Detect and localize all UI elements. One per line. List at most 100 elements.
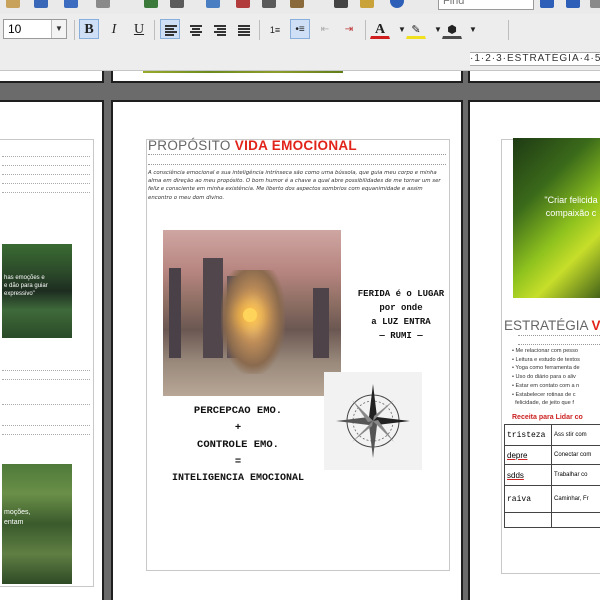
quote-line: FERIDA é o LUGAR xyxy=(357,289,445,299)
left-page-text xyxy=(2,150,90,193)
page-title: PROPÓSITO VIDA EMOCIONAL xyxy=(148,138,357,153)
bullet-list-button[interactable]: •≡ xyxy=(290,19,310,39)
skyline-building xyxy=(169,268,181,358)
table-icon[interactable] xyxy=(170,0,184,8)
page-title-part2: VIDA EMOCIONAL xyxy=(234,138,357,153)
justify-button[interactable] xyxy=(233,19,253,39)
table-row: tristeza Ass stir com xyxy=(504,424,600,446)
align-right-button[interactable] xyxy=(209,19,229,39)
redo-icon[interactable] xyxy=(96,0,110,8)
quote-line: — RUMI — xyxy=(379,331,423,341)
left-text-line xyxy=(2,404,90,405)
remedy-cell: Trabalhar co xyxy=(551,464,600,486)
background-color-dropdown-icon[interactable]: ▼ xyxy=(463,19,483,39)
left-text-line xyxy=(2,165,90,166)
emotion-cell: depre xyxy=(504,445,552,465)
decrease-indent-button[interactable]: ⇤ xyxy=(315,19,335,39)
toolbar-separator xyxy=(508,20,509,40)
numbered-list-button[interactable]: 1≡ xyxy=(265,19,285,39)
meditation-city-photo xyxy=(163,230,341,396)
hyperlink-icon[interactable] xyxy=(262,0,276,8)
document-workspace[interactable]: has emoções e e dão para guiar expressiv… xyxy=(0,71,600,600)
left-text-line xyxy=(2,192,90,193)
chart-icon[interactable] xyxy=(236,0,250,8)
find-next-icon[interactable] xyxy=(566,0,580,8)
align-left-button[interactable] xyxy=(160,19,180,39)
image-icon[interactable] xyxy=(206,0,220,8)
find-previous-icon[interactable] xyxy=(540,0,554,8)
align-center-button[interactable] xyxy=(185,19,205,39)
quote-line: por onde xyxy=(379,303,423,313)
font-color-button[interactable]: A xyxy=(370,19,390,39)
left-text-line xyxy=(2,156,90,157)
quote-line: a LUZ ENTRA xyxy=(371,317,431,327)
leaf-photo-quote: "Criar felicida compaixão c xyxy=(521,194,600,220)
page-right: "Criar felicida compaixão c ESTRATÉGIA V… xyxy=(468,100,600,600)
strategy-subline xyxy=(518,335,600,345)
skyline-building xyxy=(313,288,329,358)
chevron-down-icon[interactable]: ▼ xyxy=(51,20,66,38)
insert-field-icon[interactable] xyxy=(290,0,304,8)
table-row: sdds Trabalhar co xyxy=(504,464,600,486)
increase-indent-button[interactable]: ⇥ xyxy=(339,19,359,39)
glow-light xyxy=(243,308,257,322)
left-text-line xyxy=(2,183,90,184)
rumi-quote: FERIDA é o LUGAR por onde a LUZ ENTRA — … xyxy=(341,287,461,343)
table-row: raiva Caminhar, Fr xyxy=(504,485,600,513)
strategy-title: ESTRATÉGIA V xyxy=(504,318,600,333)
page-left: has emoções e e dão para guiar expressiv… xyxy=(0,100,104,600)
standard-toolbar: Find xyxy=(0,0,600,15)
leaf-quote-line: "Criar felicida xyxy=(544,195,598,205)
page-top-center xyxy=(111,71,463,83)
left-text-line xyxy=(2,174,90,175)
ruler-scale[interactable]: ·1·2·3·ESTRATÉGIA·4·5· xyxy=(470,52,600,66)
formula-line: INTELIGENCIA EMOCIONAL xyxy=(171,473,305,484)
strategy-title-part1: ESTRATÉGIA xyxy=(504,318,592,333)
bullet-item: • Estar em contato com a n xyxy=(512,382,580,389)
formula-line: + xyxy=(234,422,242,434)
left-text-line xyxy=(2,379,90,380)
skyline-building xyxy=(203,258,223,358)
bold-button[interactable]: B xyxy=(79,19,99,39)
background-color-icon[interactable]: ⬢ xyxy=(442,19,462,39)
page-top-left xyxy=(0,71,104,83)
italic-button[interactable]: I xyxy=(104,19,124,39)
find-close-icon[interactable] xyxy=(590,0,600,8)
remedy-cell: Caminhar, Fr xyxy=(551,485,600,513)
intro-paragraph: A consciência emocional e sua inteligênc… xyxy=(148,170,441,201)
nature-photo-bottom xyxy=(143,71,343,73)
column-icon[interactable] xyxy=(334,0,348,8)
leaf-quote-line: compaixão c xyxy=(545,208,597,218)
paste-icon[interactable] xyxy=(6,0,20,8)
font-size-combo[interactable]: 10 ▼ xyxy=(3,19,67,39)
bullet-item: • Me relacionar com pesso xyxy=(512,348,579,354)
nature-photo-1: has emoções e e dão para guiar expressiv… xyxy=(2,244,72,338)
bullet-item: • Estabelecer rotinas de c xyxy=(512,391,576,398)
toolbar-separator xyxy=(259,20,260,40)
emotion-cell: tristeza xyxy=(504,424,552,446)
recipe-title: Receita para Lidar co xyxy=(512,414,583,421)
undo-icon[interactable] xyxy=(64,0,78,8)
highlighter-icon[interactable]: ✎ xyxy=(406,19,426,39)
left-text-line xyxy=(2,370,90,371)
bullet-item: • Yoga como ferramenta de xyxy=(512,365,580,372)
font-size-value[interactable]: 10 xyxy=(8,22,21,36)
bullet-item: felicidade, de jeito que f xyxy=(515,400,574,407)
meditating-figure xyxy=(221,270,285,374)
help-icon[interactable] xyxy=(390,0,404,8)
emotional-formula: PERCEPCAO EMO. + CONTROLE EMO. = INTELIG… xyxy=(153,402,323,488)
table-row xyxy=(504,512,600,528)
title-subline xyxy=(148,154,446,165)
underline-button[interactable]: U xyxy=(129,19,149,39)
page-center: PROPÓSITO VIDA EMOCIONAL A consciência e… xyxy=(111,100,463,600)
format-paintbrush-icon[interactable] xyxy=(34,0,48,8)
find-icon[interactable] xyxy=(360,0,374,8)
emotion-cell: sdds xyxy=(504,464,552,486)
strategy-title-part2: V xyxy=(591,318,600,333)
navigator-icon[interactable] xyxy=(144,0,158,8)
find-input[interactable]: Find xyxy=(438,0,534,10)
horizontal-ruler[interactable]: ·1·2·3·ESTRATÉGIA·4·5· xyxy=(0,46,600,71)
toolbar-separator xyxy=(365,20,366,40)
photo-caption: moções, entam xyxy=(4,509,31,526)
left-text-line xyxy=(2,434,90,435)
